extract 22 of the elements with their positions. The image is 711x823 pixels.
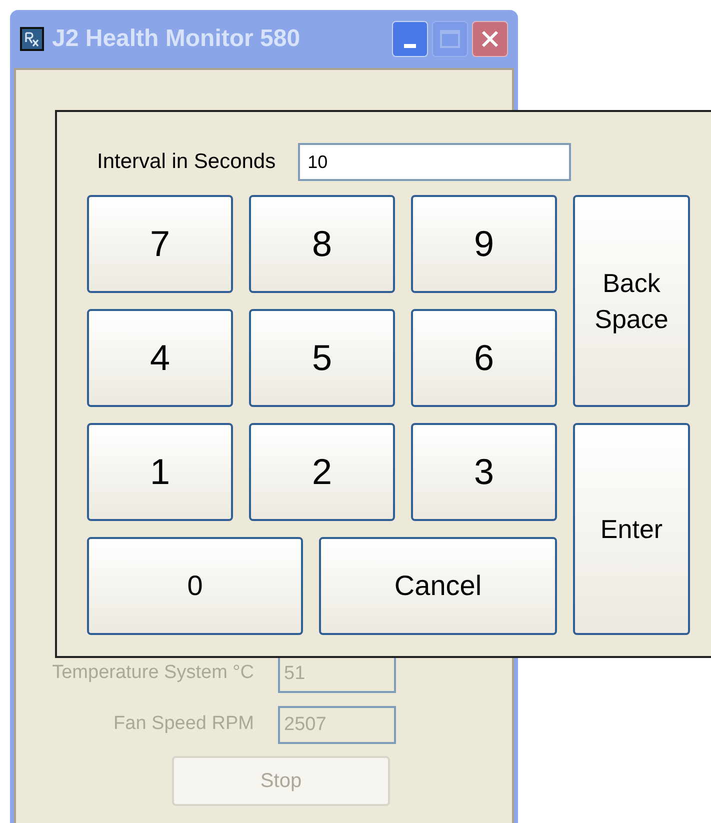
keypad-key[interactable]: 2 [249, 423, 395, 521]
keypad-key[interactable]: Enter [573, 423, 690, 635]
keypad-key[interactable]: 4 [87, 309, 233, 407]
reading-label: Fan Speed RPM [112, 712, 254, 736]
keypad-key[interactable]: 6 [411, 309, 557, 407]
reading-label: Temperature System °C [51, 661, 254, 686]
keypad-key[interactable]: 8 [249, 195, 395, 293]
interval-label: Interval in Seconds [97, 149, 276, 176]
keypad-key[interactable]: 9 [411, 195, 557, 293]
minimize-button[interactable] [392, 21, 428, 57]
window-title: J2 Health Monitor 580 [52, 24, 300, 54]
keypad-key[interactable]: 7 [87, 195, 233, 293]
app-icon [20, 27, 44, 51]
interval-field[interactable]: 10 [298, 143, 571, 181]
keypad-key[interactable]: 0 [87, 537, 303, 635]
close-icon [480, 29, 500, 49]
keypad-key[interactable]: 5 [249, 309, 395, 407]
keypad-key[interactable]: Cancel [319, 537, 557, 635]
keypad-key[interactable]: Back Space [573, 195, 690, 407]
keypad-key[interactable]: 1 [87, 423, 233, 521]
keypad-key[interactable]: 3 [411, 423, 557, 521]
close-button[interactable] [472, 21, 508, 57]
